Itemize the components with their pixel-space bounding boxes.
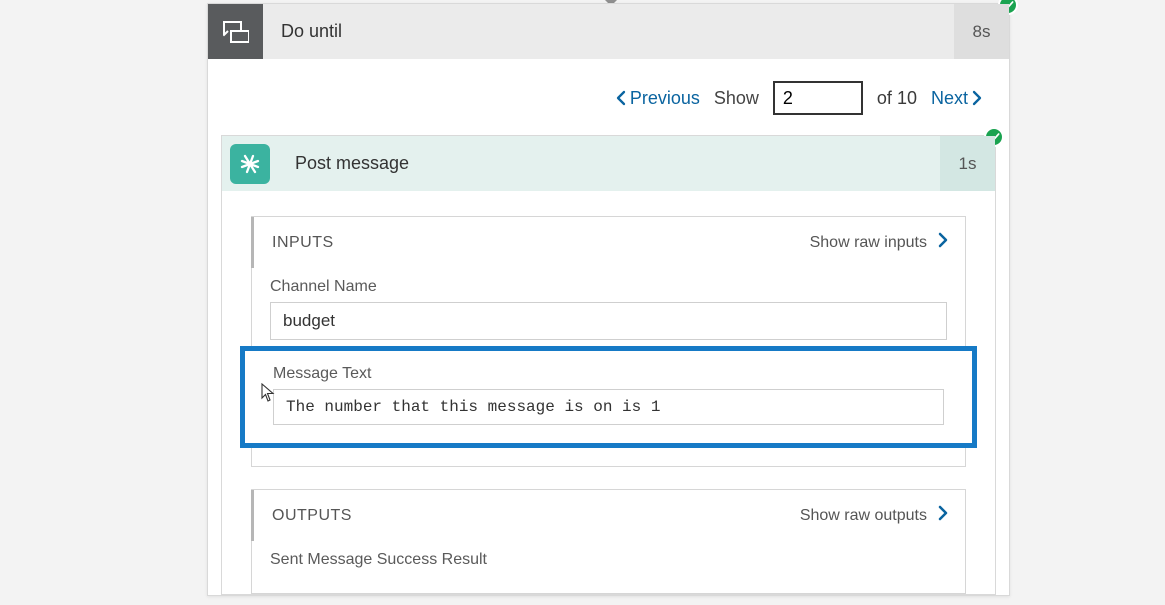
- do-until-body: Previous Show of 10 Next: [208, 59, 1009, 595]
- channel-name-value: budget: [270, 302, 947, 340]
- show-raw-inputs-button[interactable]: Show raw inputs: [810, 231, 949, 254]
- post-message-icon-box: [222, 136, 277, 191]
- do-until-action-card: Do until 8s Previous Show of 10 Next: [207, 3, 1010, 596]
- sent-message-result-label: Sent Message Success Result: [270, 551, 947, 569]
- outputs-section-head: OUTPUTS Show raw outputs: [251, 490, 965, 541]
- sent-message-result-field: Sent Message Success Result: [252, 541, 965, 569]
- channel-name-label: Channel Name: [270, 278, 947, 296]
- do-until-title: Do until: [281, 21, 954, 42]
- do-until-duration: 8s: [954, 4, 1009, 59]
- show-raw-outputs-button[interactable]: Show raw outputs: [800, 504, 949, 527]
- outputs-section: OUTPUTS Show raw outputs Sent Message Su…: [251, 489, 966, 594]
- next-label: Next: [931, 88, 968, 109]
- chevron-right-icon: [937, 231, 949, 254]
- do-until-icon: [208, 4, 263, 59]
- chevron-left-icon: [615, 90, 627, 106]
- post-message-duration: 1s: [940, 136, 995, 191]
- show-label: Show: [714, 88, 759, 109]
- inputs-section: INPUTS Show raw inputs Channel Name budg…: [251, 216, 966, 467]
- inputs-section-head: INPUTS Show raw inputs: [251, 217, 965, 268]
- show-raw-inputs-label: Show raw inputs: [810, 234, 927, 252]
- next-button[interactable]: Next: [931, 88, 983, 109]
- slack-icon: [230, 144, 270, 184]
- highlighted-region: Message Text The number that this messag…: [240, 346, 977, 448]
- outputs-title: OUTPUTS: [272, 507, 352, 525]
- iteration-pagination: Previous Show of 10 Next: [208, 59, 1009, 125]
- previous-button[interactable]: Previous: [615, 88, 700, 109]
- chevron-right-icon: [971, 90, 983, 106]
- message-text-label: Message Text: [273, 365, 944, 383]
- do-until-header[interactable]: Do until 8s: [208, 4, 1009, 59]
- chevron-right-icon: [937, 504, 949, 527]
- post-message-title: Post message: [295, 153, 940, 174]
- inputs-title: INPUTS: [272, 234, 334, 252]
- iteration-index-input[interactable]: [773, 81, 863, 115]
- channel-name-field: Channel Name budget: [252, 268, 965, 340]
- message-text-value: The number that this message is on is 1: [273, 389, 944, 425]
- of-label: of 10: [877, 88, 917, 109]
- post-message-header[interactable]: Post message 1s: [222, 136, 995, 191]
- previous-label: Previous: [630, 88, 700, 109]
- post-message-card: Post message 1s INPUTS Show raw inputs C…: [221, 135, 996, 595]
- show-raw-outputs-label: Show raw outputs: [800, 507, 927, 525]
